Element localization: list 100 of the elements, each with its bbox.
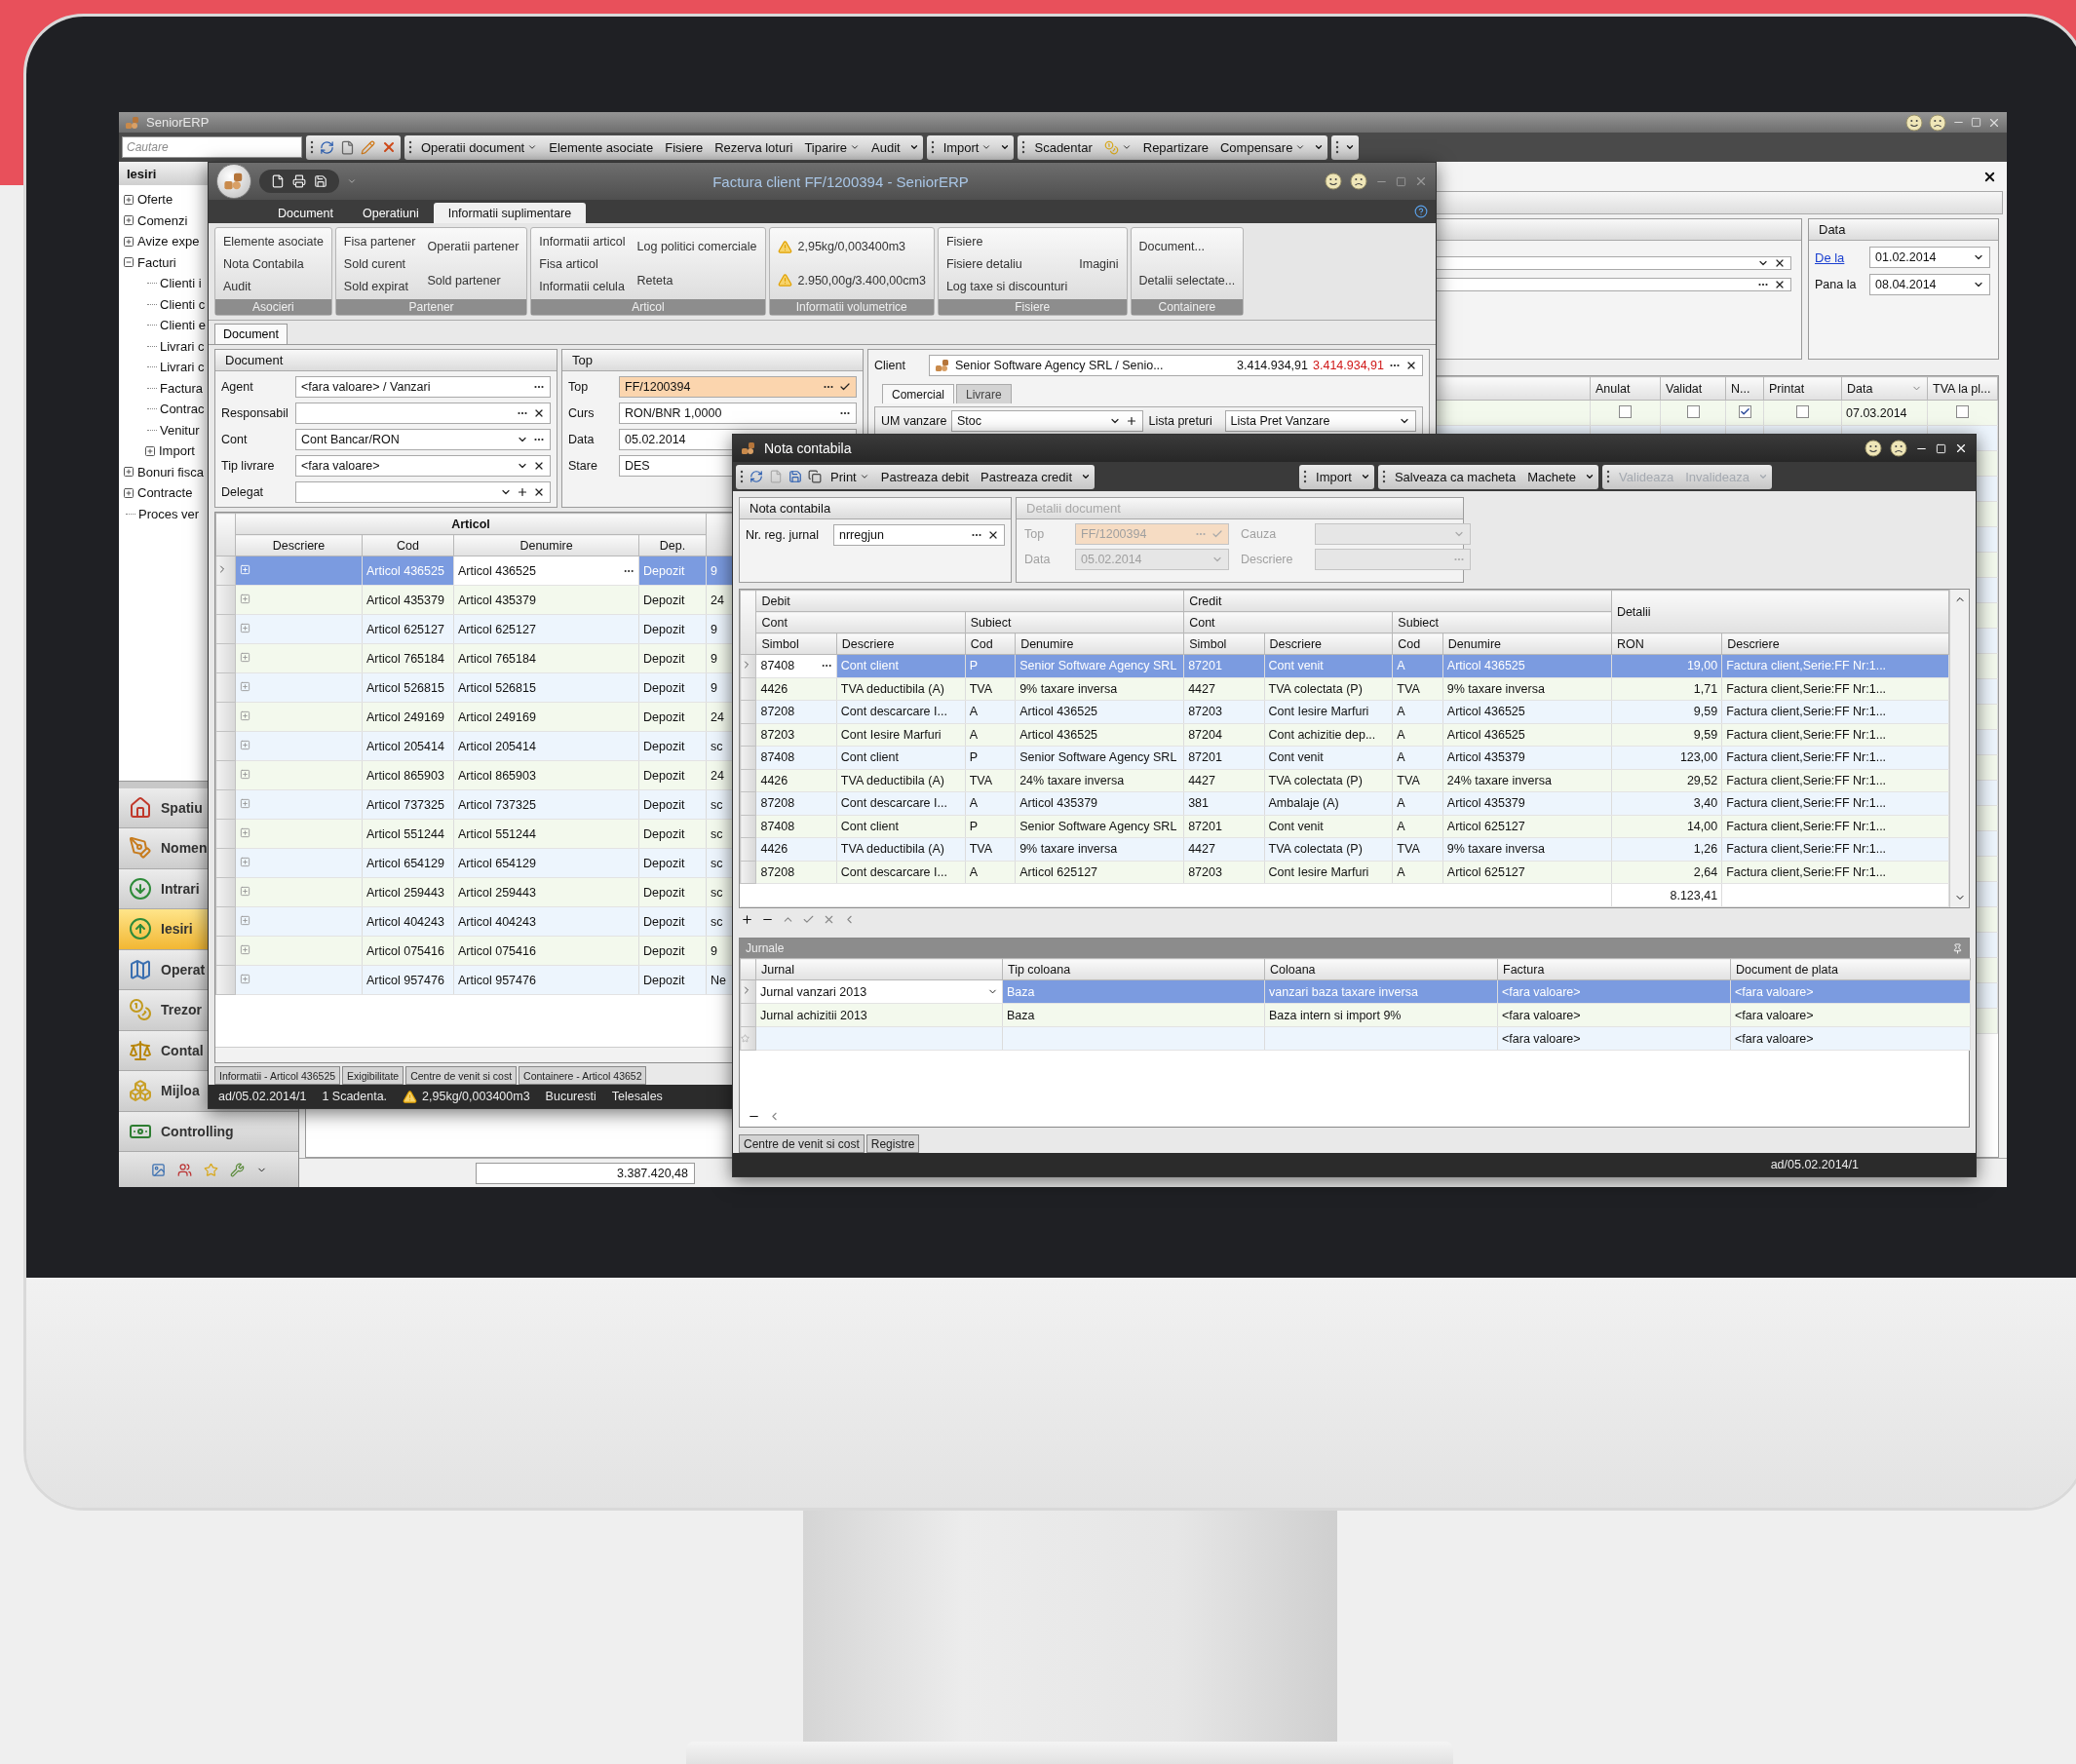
table-cell: P bbox=[965, 746, 1016, 769]
ribbon-group-title: Asocieri bbox=[215, 299, 331, 315]
table-cell: P bbox=[965, 654, 1016, 677]
table-cell: 87201 bbox=[1183, 815, 1265, 838]
column-group-header: Cont bbox=[1183, 611, 1393, 633]
table-cell: Cont descarcare I... bbox=[836, 861, 966, 884]
table-cell: Articol 436525 bbox=[1442, 700, 1612, 723]
table-cell: Articol 259443 bbox=[362, 877, 454, 907]
table-cell: Articol 625127 bbox=[453, 614, 639, 644]
table-cell: <fara valoare> bbox=[1730, 979, 1971, 1004]
table-cell: Ambalaje (A) bbox=[1264, 791, 1393, 815]
table-cell: Articol 249169 bbox=[362, 702, 454, 732]
column-group-header: Detalii bbox=[1611, 590, 1949, 633]
table-cell: Baza bbox=[1002, 1003, 1265, 1027]
table-cell: Cont venit bbox=[1264, 815, 1393, 838]
table-cell: A bbox=[1392, 723, 1443, 747]
table-cell: Depozit bbox=[638, 789, 707, 820]
table-cell: Articol 435379 bbox=[1442, 746, 1612, 769]
table-cell: Depozit bbox=[638, 906, 707, 937]
table-cell: Cont client bbox=[836, 654, 966, 677]
table-cell: Depozit bbox=[638, 936, 707, 966]
field-label: Pana la bbox=[1815, 278, 1858, 291]
table-cell: Depozit bbox=[638, 614, 707, 644]
column-group-header: Credit bbox=[1183, 590, 1612, 612]
table-cell: Articol 436525 bbox=[1015, 723, 1184, 747]
panel-title: Jurnale bbox=[746, 941, 785, 955]
field-label: Agent bbox=[221, 380, 254, 394]
table-cell: Articol 249169 bbox=[453, 702, 639, 732]
field-label: Stare bbox=[568, 459, 598, 473]
table-cell: Articol 436525 bbox=[1015, 700, 1184, 723]
table-cell: 87208 bbox=[755, 791, 837, 815]
table-cell: Articol 436525 bbox=[1442, 723, 1612, 747]
client-name: Senior Software Agency SRL / Senio... bbox=[955, 359, 1165, 372]
table-cell: Articol 075416 bbox=[362, 936, 454, 966]
table-cell: 4426 bbox=[755, 837, 837, 861]
table-cell: Senior Software Agency SRL bbox=[1015, 746, 1184, 769]
table-cell: <fara valoare> bbox=[1497, 979, 1731, 1004]
table-cell: 29,52 bbox=[1611, 769, 1722, 792]
field-label: Curs bbox=[568, 406, 596, 420]
table-cell: Articol 404243 bbox=[453, 906, 639, 937]
table-cell: Depozit bbox=[638, 672, 707, 703]
window-title: Factura client FF/1200394 - SeniorERP bbox=[712, 173, 969, 190]
table-cell: Articol 435379 bbox=[1015, 791, 1184, 815]
table-cell: Depozit bbox=[638, 702, 707, 732]
panel-title: Document bbox=[215, 350, 557, 371]
table-cell: 1,71 bbox=[1611, 677, 1722, 701]
table-cell: Articol 865903 bbox=[362, 760, 454, 790]
table-cell: Factura client,Serie:FF Nr:1... bbox=[1721, 654, 1949, 677]
table-cell: Articol 435379 bbox=[1442, 791, 1612, 815]
table-cell: Articol 625127 bbox=[1442, 861, 1612, 884]
table-cell: Articol 957476 bbox=[362, 965, 454, 995]
table-cell: 07.03.2014 bbox=[1841, 400, 1928, 426]
window-title: SeniorERP bbox=[146, 115, 210, 130]
total-field: 3.387.420,48 bbox=[476, 1162, 695, 1184]
table-cell: 87203 bbox=[755, 723, 837, 747]
table-cell: Articol 654129 bbox=[453, 848, 639, 878]
table-cell: Cont venit bbox=[1264, 654, 1393, 677]
field-label: Data bbox=[1024, 553, 1052, 566]
status-text: Bucuresti bbox=[545, 1090, 596, 1103]
table-cell: A bbox=[1392, 700, 1443, 723]
table-cell: Articol 205414 bbox=[362, 731, 454, 761]
table-cell: TVA bbox=[1392, 837, 1443, 861]
field-label: Lista preturi bbox=[1148, 414, 1213, 428]
table-cell: Factura client,Serie:FF Nr:1... bbox=[1721, 723, 1949, 747]
table-cell: 87408 bbox=[755, 815, 837, 838]
table-cell: Jurnal vanzari 2013 bbox=[755, 979, 1003, 1004]
table-cell: 87201 bbox=[1183, 746, 1265, 769]
table-cell: Articol 526815 bbox=[453, 672, 639, 703]
table-cell: 9% taxare inversa bbox=[1442, 677, 1612, 701]
ribbon-group-title: Articol bbox=[531, 299, 765, 315]
table-cell: Articol 404243 bbox=[362, 906, 454, 937]
ribbon-group-title: Fisiere bbox=[938, 299, 1127, 315]
field-label: Data bbox=[568, 433, 596, 446]
table-cell: TVA deductibila (A) bbox=[836, 677, 966, 701]
table-cell: 4426 bbox=[755, 769, 837, 792]
ribbon-group-title: Informatii volumetrice bbox=[769, 299, 934, 315]
table-cell: Cont Iesire Marfuri bbox=[1264, 861, 1393, 884]
table-cell: Articol 436525 bbox=[1442, 654, 1612, 677]
table-cell: TVA bbox=[965, 769, 1016, 792]
total-cell: 8.123,41 bbox=[1611, 883, 1722, 907]
table-cell: 2,64 bbox=[1611, 861, 1722, 884]
table-cell: 87208 bbox=[755, 861, 837, 884]
table-cell: Cont descarcare I... bbox=[836, 700, 966, 723]
table-cell: Articol 551244 bbox=[453, 819, 639, 849]
table-cell: P bbox=[965, 815, 1016, 838]
table-cell: TVA bbox=[965, 837, 1016, 861]
table-cell: Cont client bbox=[836, 815, 966, 838]
table-cell: <fara valoare> bbox=[1497, 1026, 1731, 1051]
table-cell: Articol 737325 bbox=[362, 789, 454, 820]
window-title: Nota contabila bbox=[764, 441, 852, 456]
table-cell: A bbox=[965, 700, 1016, 723]
table-cell: Articol 551244 bbox=[362, 819, 454, 849]
table-cell: 9,59 bbox=[1611, 723, 1722, 747]
table-cell: Senior Software Agency SRL bbox=[1015, 654, 1184, 677]
field-label: Descriere bbox=[1241, 553, 1294, 566]
table-cell: 4427 bbox=[1183, 837, 1265, 861]
table-cell: TVA deductibila (A) bbox=[836, 769, 966, 792]
column-group-header: Subiect bbox=[965, 611, 1184, 633]
table-cell: Senior Software Agency SRL bbox=[1015, 815, 1184, 838]
table-cell: Jurnal achizitii 2013 bbox=[755, 1003, 1003, 1027]
